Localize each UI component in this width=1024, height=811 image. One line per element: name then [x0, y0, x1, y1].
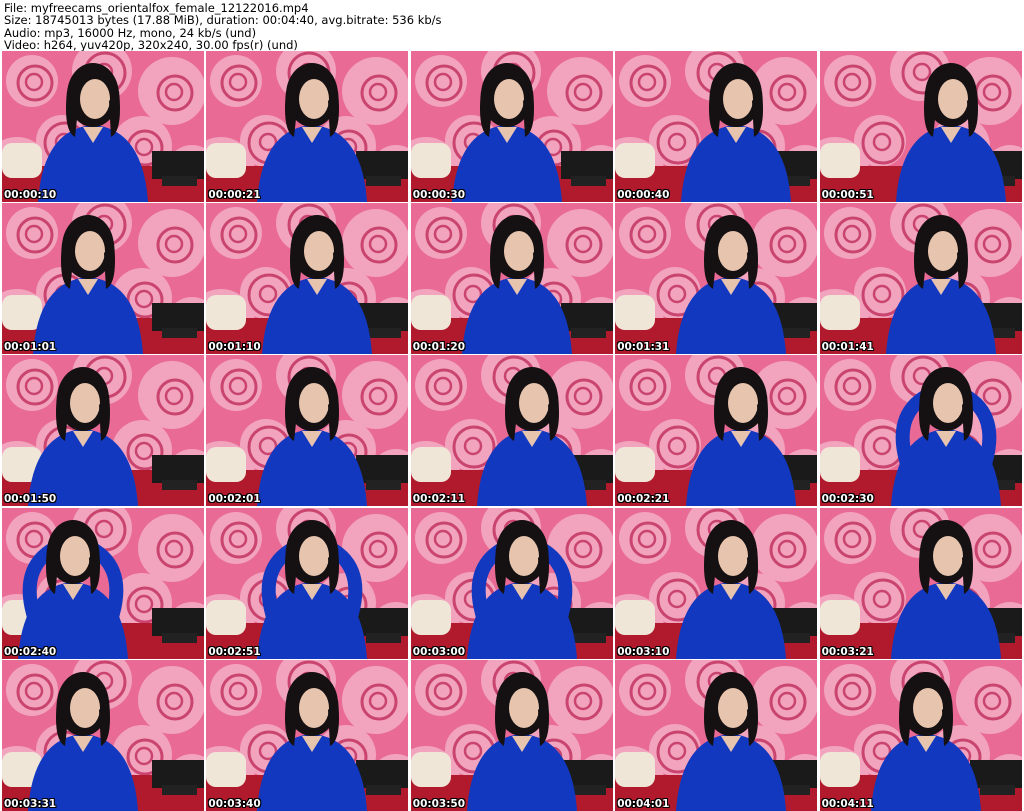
timestamp-label: 00:02:01: [208, 493, 261, 506]
thumbnail-grid: 00:00:10 00:00:21 00:00:30 00:00:40 00:0…: [0, 51, 1024, 811]
video-thumbnail: 00:03:40: [206, 659, 409, 811]
timestamp-label: 00:02:30: [821, 493, 874, 506]
video-thumbnail: 00:01:50: [2, 355, 204, 507]
video-thumbnail: 00:03:00: [410, 507, 613, 659]
timestamp-label: 00:03:31: [4, 797, 57, 810]
thumbnail-scene: [819, 355, 1022, 507]
video-thumbnail: 00:02:01: [206, 355, 409, 507]
timestamp-label: 00:02:21: [617, 493, 670, 506]
thumbnail-scene: [615, 507, 818, 659]
thumbnail-scene: [206, 355, 409, 507]
video-thumbnail: 00:01:41: [819, 203, 1022, 355]
timestamp-label: 00:03:10: [617, 645, 670, 658]
video-thumbnail: 00:00:21: [206, 51, 409, 202]
thumbnail-scene: [410, 51, 613, 202]
video-thumbnail: 00:02:40: [2, 507, 204, 659]
timestamp-label: 00:01:31: [617, 341, 670, 354]
file-size: Size: 18745013 bytes (17.88 MiB), durati…: [4, 13, 442, 28]
timestamp-label: 00:01:01: [4, 341, 57, 354]
file-info-header: File: myfreecams_orientalfox_female_1212…: [4, 2, 1020, 52]
timestamp-label: 00:02:11: [412, 493, 466, 506]
timestamp-label: 00:00:21: [208, 189, 261, 201]
thumbnail-scene: [2, 203, 204, 355]
video-thumbnail: 00:01:10: [206, 203, 409, 355]
timestamp-label: 00:03:21: [821, 645, 874, 658]
thumbnail-scene: [615, 203, 818, 355]
video-info: Video: h264, yuv420p, 320x240, 30.00 fps…: [4, 38, 298, 53]
timestamp-label: 00:00:30: [412, 189, 466, 201]
video-thumbnail: 00:01:20: [410, 203, 613, 355]
thumbnail-scene: [2, 659, 204, 811]
thumbnail-scene: [410, 659, 613, 811]
timestamp-label: 00:01:20: [412, 341, 466, 354]
thumbnail-scene: [819, 203, 1022, 355]
video-thumbnail: 00:04:01: [615, 659, 818, 811]
thumbnail-scene: [2, 507, 204, 659]
timestamp-label: 00:03:40: [208, 797, 261, 810]
timestamp-label: 00:04:11: [821, 797, 874, 810]
thumbnail-scene: [2, 355, 204, 507]
video-thumbnail: 00:03:10: [615, 507, 818, 659]
video-thumbnail: 00:02:11: [410, 355, 613, 507]
thumbnail-scene: [410, 203, 613, 355]
video-thumbnail: 00:04:11: [819, 659, 1022, 811]
thumbnail-scene: [615, 355, 818, 507]
video-thumbnail: 00:02:30: [819, 355, 1022, 507]
timestamp-label: 00:00:51: [821, 189, 874, 201]
thumbnail-scene: [206, 203, 409, 355]
video-thumbnail: 00:00:30: [410, 51, 613, 202]
thumbnail-scene: [819, 659, 1022, 811]
thumbnail-scene: [2, 51, 204, 202]
thumbnail-scene: [206, 51, 409, 202]
timestamp-label: 00:00:40: [617, 189, 670, 201]
timestamp-label: 00:04:01: [617, 797, 670, 810]
video-thumbnail: 00:00:51: [819, 51, 1022, 202]
thumbnail-scene: [615, 51, 818, 202]
timestamp-label: 00:03:50: [412, 797, 466, 810]
thumbnail-scene: [410, 507, 613, 659]
video-thumbnail: 00:01:31: [615, 203, 818, 355]
timestamp-label: 00:02:51: [208, 645, 261, 658]
video-thumbnail: 00:00:10: [2, 51, 204, 202]
timestamp-label: 00:01:10: [208, 341, 261, 354]
video-thumbnail: 00:02:21: [615, 355, 818, 507]
timestamp-label: 00:03:00: [412, 645, 466, 658]
thumbnail-scene: [819, 507, 1022, 659]
video-thumbnail: 00:00:40: [615, 51, 818, 202]
timestamp-label: 00:00:10: [4, 189, 57, 201]
video-thumbnail: 00:03:21: [819, 507, 1022, 659]
video-thumbnail: 00:03:50: [410, 659, 613, 811]
thumbnail-scene: [819, 51, 1022, 202]
thumbnail-scene: [206, 507, 409, 659]
thumbnail-scene: [615, 659, 818, 811]
timestamp-label: 00:01:50: [4, 493, 57, 506]
thumbnail-scene: [410, 355, 613, 507]
video-thumbnail: 00:01:01: [2, 203, 204, 355]
video-thumbnail: 00:03:31: [2, 659, 204, 811]
thumbnail-scene: [206, 659, 409, 811]
timestamp-label: 00:01:41: [821, 341, 874, 354]
timestamp-label: 00:02:40: [4, 645, 57, 658]
video-thumbnail: 00:02:51: [206, 507, 409, 659]
